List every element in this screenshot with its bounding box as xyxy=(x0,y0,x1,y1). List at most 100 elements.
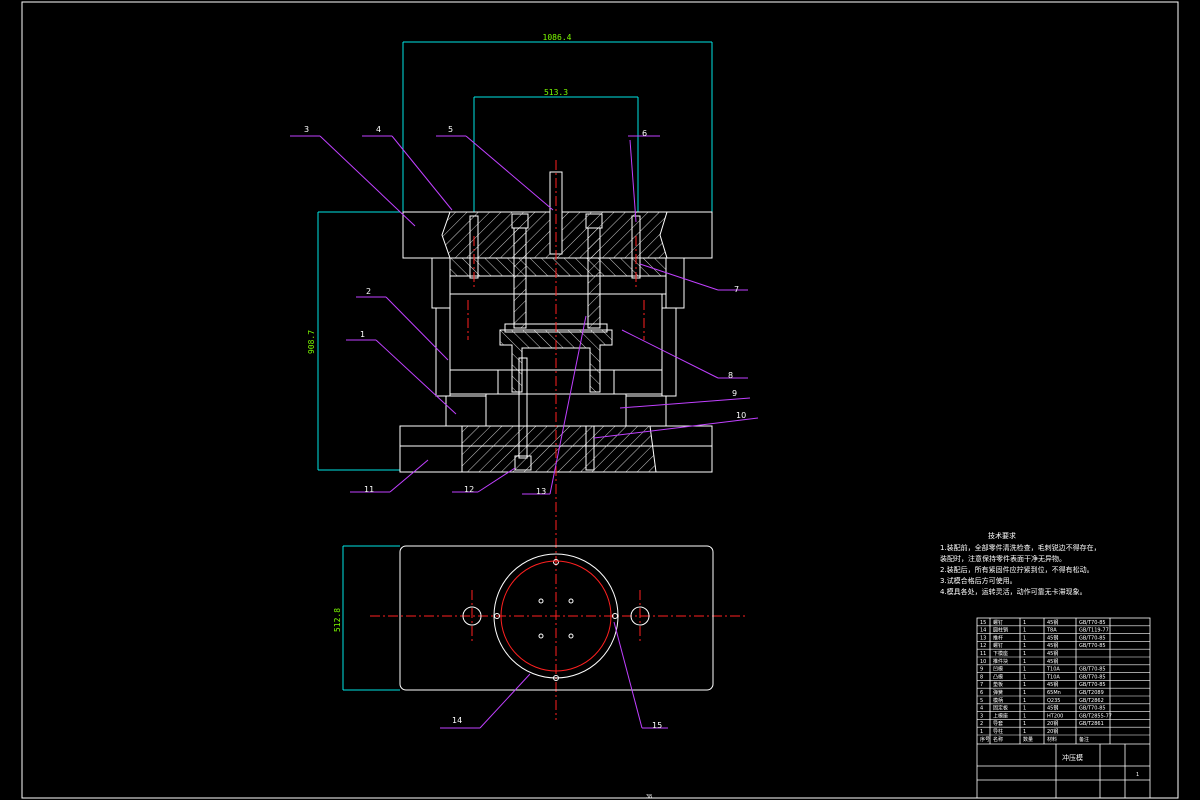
part-label-12: 12 xyxy=(464,485,474,494)
bom-cell: GB/T70-85 xyxy=(1079,667,1106,673)
drawing-frame xyxy=(21,1,1179,799)
part-label-3: 3 xyxy=(304,125,309,134)
bom-cell: 2 xyxy=(980,721,983,727)
bom-cell: 3 xyxy=(980,713,983,719)
bom-header-material: 材料 xyxy=(1047,736,1057,743)
part-label-13: 13 xyxy=(536,487,546,496)
bom-cell: 圆柱销 xyxy=(993,627,1008,634)
part-label-6: 6 xyxy=(642,129,647,138)
bom-cell: 1 xyxy=(1023,651,1026,657)
bom-header-qty: 数量 xyxy=(1023,736,1033,743)
part-label-15: 15 xyxy=(652,721,662,730)
dim-plan-height: 512.8 xyxy=(333,608,342,632)
bom-cell: T10A xyxy=(1046,674,1060,680)
bom-cell: 凸模 xyxy=(993,673,1003,680)
bom-cell: 45钢 xyxy=(1047,642,1058,649)
bom-cell: 1 xyxy=(1023,628,1026,634)
bom-cell: 1 xyxy=(1023,667,1026,673)
bom-cell: 1 xyxy=(1023,706,1026,712)
tech-req-line-1: 1.装配前，全部零件清洗检查，毛刺锐边不得存在， xyxy=(940,543,1101,552)
bom-cell: 1 xyxy=(1023,729,1026,735)
bom-cell: 1 xyxy=(980,729,983,735)
bom-cell: 弹簧 xyxy=(993,689,1003,696)
bom-cell: GB/T70-85 xyxy=(1079,635,1106,641)
tech-req-line-2: 装配时，注意保持零件表面干净无异物。 xyxy=(940,554,1066,563)
bom-cell: 1 xyxy=(1023,690,1026,696)
bom-cell: 20钢 xyxy=(1047,720,1058,727)
bom-cell: 5 xyxy=(980,698,983,704)
bom-cell: GB/T70-85 xyxy=(1079,682,1106,688)
bom-cell: GB/T70-85 xyxy=(1079,643,1106,649)
part-label-14: 14 xyxy=(452,716,462,725)
bom-cell: 1 xyxy=(1023,620,1026,626)
tech-req-title: 技术要求 xyxy=(988,531,1016,540)
dim-inner-width: 513.3 xyxy=(544,88,568,97)
bom-cell: 1 xyxy=(1023,682,1026,688)
part-label-5: 5 xyxy=(448,125,453,134)
bom-rows: 15 螺钉 1 45钢 GB/T70-8514 圆柱销 1 T8A GB/T119-7713 推杆… xyxy=(977,619,1150,736)
tech-req-line-4: 3.试模合格后方可使用。 xyxy=(940,576,1017,585)
bom-cell: GB/T70-85 xyxy=(1079,706,1106,712)
bom-cell: 8 xyxy=(980,674,983,680)
bom-cell: GB/T2861 xyxy=(1079,721,1104,727)
bom-cell: 凹模 xyxy=(993,666,1003,673)
bom-cell: 1 xyxy=(1023,674,1026,680)
part-label-1: 1 xyxy=(360,330,365,339)
bom-header-remark: 备注 xyxy=(1079,736,1089,743)
bom-cell: 推件块 xyxy=(993,658,1008,665)
bom-cell: 9 xyxy=(980,667,983,673)
bom-cell: GB/T2089 xyxy=(1079,690,1104,696)
bom-cell: 45钢 xyxy=(1047,681,1058,688)
bom-cell: 45钢 xyxy=(1047,705,1058,712)
bom-cell: 上模座 xyxy=(993,712,1008,719)
bom-cell: 下模座 xyxy=(993,650,1008,657)
bom-cell: 45钢 xyxy=(1047,650,1058,657)
tech-req-line-3: 2.装配后，所有紧固件应拧紧到位，不得有松动。 xyxy=(940,565,1094,574)
part-label-7: 7 xyxy=(734,285,739,294)
bom-cell: 10 xyxy=(980,659,986,665)
page-number: 38 xyxy=(646,794,652,800)
bom-cell: 45钢 xyxy=(1047,619,1058,626)
title-block-name: 冲压模 xyxy=(1062,753,1083,762)
part-label-8: 8 xyxy=(728,371,733,380)
bom-cell: 1 xyxy=(1023,721,1026,727)
bom-cell: 1 xyxy=(1023,635,1026,641)
bom-cell: 20钢 xyxy=(1047,728,1058,735)
bom-cell: 6 xyxy=(980,690,983,696)
bom-cell: 1 xyxy=(1023,643,1026,649)
bom-cell: 12 xyxy=(980,643,986,649)
bom-cell: GB/T70-85 xyxy=(1079,674,1106,680)
bom-cell: GB/T2855-77 xyxy=(1079,713,1112,719)
bom-cell: T10A xyxy=(1046,667,1060,673)
bom-cell: 螺钉 xyxy=(993,642,1003,649)
bom-cell: 固定板 xyxy=(993,705,1008,712)
dim-height: 908.7 xyxy=(307,330,316,354)
bom-cell: 螺钉 xyxy=(993,619,1003,626)
bom-cell: 45钢 xyxy=(1047,658,1058,665)
title-block-page: 1 xyxy=(1136,772,1139,778)
part-label-10: 10 xyxy=(736,411,746,420)
bom-cell: 模柄 xyxy=(993,697,1003,704)
tech-req-line-5: 4.模具各处，运转灵活，动作可靠无卡滞现象。 xyxy=(940,587,1087,596)
bom-cell: 推杆 xyxy=(993,634,1003,641)
bom-cell: 4 xyxy=(980,706,983,712)
dim-top-width: 1086.4 xyxy=(543,33,572,42)
part-label-11: 11 xyxy=(364,485,374,494)
bom-cell: 1 xyxy=(1023,698,1026,704)
bom-header-no: 序号 xyxy=(980,736,990,743)
bom-cell: 14 xyxy=(980,628,986,634)
bom-cell: GB/T2862 xyxy=(1079,698,1104,704)
bom-cell: GB/T70-85 xyxy=(1079,620,1106,626)
bom-cell: 垫板 xyxy=(993,681,1003,688)
bom-cell: 1 xyxy=(1023,659,1026,665)
bom-cell: T8A xyxy=(1046,628,1057,634)
bom-cell: 13 xyxy=(980,635,986,641)
bom-cell: 65Mn xyxy=(1047,690,1061,696)
bom-cell: 45钢 xyxy=(1047,634,1058,641)
bom-cell: 导套 xyxy=(993,720,1003,727)
bom-cell: GB/T119-77 xyxy=(1079,628,1109,634)
part-label-4: 4 xyxy=(376,125,381,134)
bom-cell: 1 xyxy=(1023,713,1026,719)
bom-cell: 11 xyxy=(980,651,986,657)
part-label-9: 9 xyxy=(732,389,737,398)
